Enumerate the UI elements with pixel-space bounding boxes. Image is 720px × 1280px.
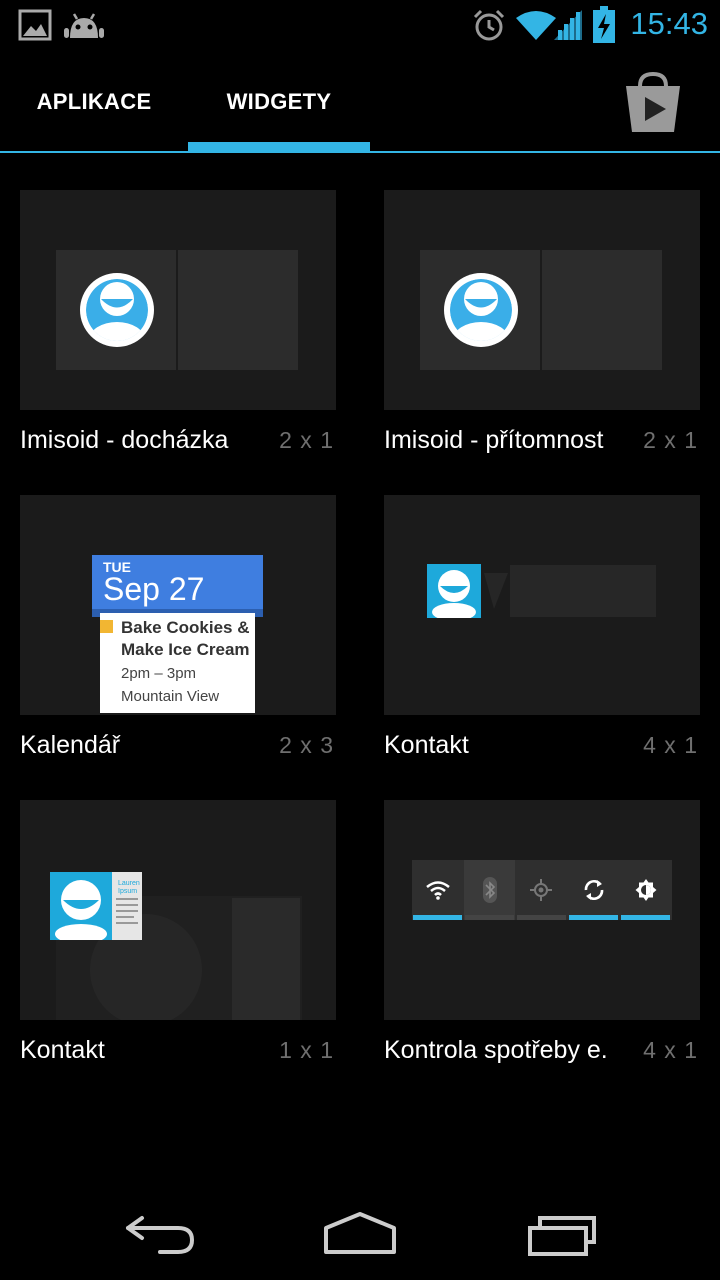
battery-charging-icon <box>593 6 615 43</box>
contact-card-name-line1: Lauren <box>118 880 140 887</box>
preview-cell <box>178 250 298 370</box>
widget-kontakt-4x1[interactable]: Kontakt 4 x 1 <box>384 495 700 775</box>
toggle-indicator-on <box>413 915 462 920</box>
contact-badge-icon <box>427 564 481 618</box>
widget-imisoid-pritomnost[interactable]: Imisoid - přítomnost 2 x 1 <box>384 190 700 470</box>
event-title-line1: Bake Cookies & <box>121 618 250 637</box>
bluetooth-icon <box>483 877 497 903</box>
calendar-event-card: Bake Cookies & Make Ice Cream 2pm – 3pm … <box>100 613 255 713</box>
gps-icon <box>530 879 552 901</box>
event-title-line2: Make Ice Cream <box>121 640 250 659</box>
widget-title: Kontakt <box>20 1036 105 1064</box>
widget-kontakt-1x1[interactable]: Lauren Ipsum Kontakt 1 x 1 <box>20 800 336 1080</box>
widget-kalendar[interactable]: TUE Sep 27 Bake Cookies & Make Ice Cream… <box>20 495 336 775</box>
widget-preview: TUE Sep 27 Bake Cookies & Make Ice Cream… <box>20 495 336 715</box>
back-icon[interactable] <box>120 1212 200 1256</box>
signal-icon <box>554 10 582 40</box>
navigation-bar <box>0 1190 720 1280</box>
play-store-icon[interactable] <box>618 72 688 134</box>
power-toggle-bluetooth <box>464 860 515 920</box>
widget-imisoid-dochazka[interactable]: Imisoid - docházka 2 x 1 <box>20 190 336 470</box>
tab-widgety[interactable]: WIDGETY <box>188 50 370 154</box>
event-time: 2pm – 3pm <box>121 665 197 682</box>
gallery-icon <box>18 9 52 41</box>
power-toggle-brightness <box>620 860 671 920</box>
sync-icon <box>584 879 604 901</box>
widget-size: 4 x 1 <box>643 732 698 758</box>
toggle-indicator-on <box>569 915 618 920</box>
status-bar: 15:43 <box>0 0 720 50</box>
power-toggle-sync <box>568 860 619 920</box>
widget-size: 2 x 1 <box>279 427 334 453</box>
calendar-header: TUE Sep 27 <box>92 555 263 613</box>
widget-size: 1 x 1 <box>279 1037 334 1063</box>
widget-preview <box>384 800 700 1020</box>
widget-preview: Lauren Ipsum <box>20 800 336 1020</box>
widget-title: Kontakt <box>384 731 469 759</box>
selected-tab-indicator <box>188 142 370 151</box>
contact-name-bar <box>510 565 656 617</box>
status-time: 15:43 <box>630 6 708 41</box>
widget-title: Imisoid - docházka <box>20 426 229 454</box>
event-color-dot <box>100 620 113 633</box>
tab-aplikace[interactable]: APLIKACE <box>0 50 188 154</box>
recent-apps-icon[interactable] <box>524 1212 600 1258</box>
event-location: Mountain View <box>121 688 220 705</box>
person-avatar-icon <box>80 273 154 347</box>
toggle-indicator-off <box>517 915 566 920</box>
android-icon <box>64 13 104 38</box>
power-control-bar <box>412 860 672 920</box>
home-icon[interactable] <box>320 1210 400 1256</box>
widget-size: 2 x 1 <box>643 427 698 453</box>
toggle-indicator-off <box>465 915 514 920</box>
widget-preview <box>384 495 700 715</box>
widget-kontrola-spotreby[interactable]: Kontrola spotřeby e. 4 x 1 <box>384 800 700 1080</box>
contact-pointer <box>484 573 508 609</box>
widget-preview <box>20 190 336 410</box>
contact-card-name: Lauren Ipsum <box>118 880 140 896</box>
widget-preview <box>384 190 700 410</box>
preview-cell <box>542 250 662 370</box>
toggle-indicator-on <box>621 915 670 920</box>
person-avatar-icon <box>444 273 518 347</box>
widget-title: Kalendář <box>20 731 121 759</box>
power-toggle-wifi <box>412 860 463 920</box>
contact-card-name-line2: Ipsum <box>118 888 138 895</box>
widget-title: Imisoid - přítomnost <box>384 426 604 454</box>
faded-text-panel <box>232 898 300 1020</box>
wifi-icon <box>426 881 450 900</box>
widget-size: 2 x 3 <box>279 732 334 758</box>
tab-divider <box>0 151 720 153</box>
tab-bar: APLIKACE WIDGETY <box>0 50 720 154</box>
widget-title: Kontrola spotřeby e. <box>384 1036 608 1064</box>
power-toggle-gps <box>516 860 567 920</box>
widget-size: 4 x 1 <box>643 1037 698 1063</box>
alarm-icon <box>473 9 505 41</box>
brightness-icon <box>635 879 657 901</box>
calendar-date: Sep 27 <box>103 571 205 607</box>
